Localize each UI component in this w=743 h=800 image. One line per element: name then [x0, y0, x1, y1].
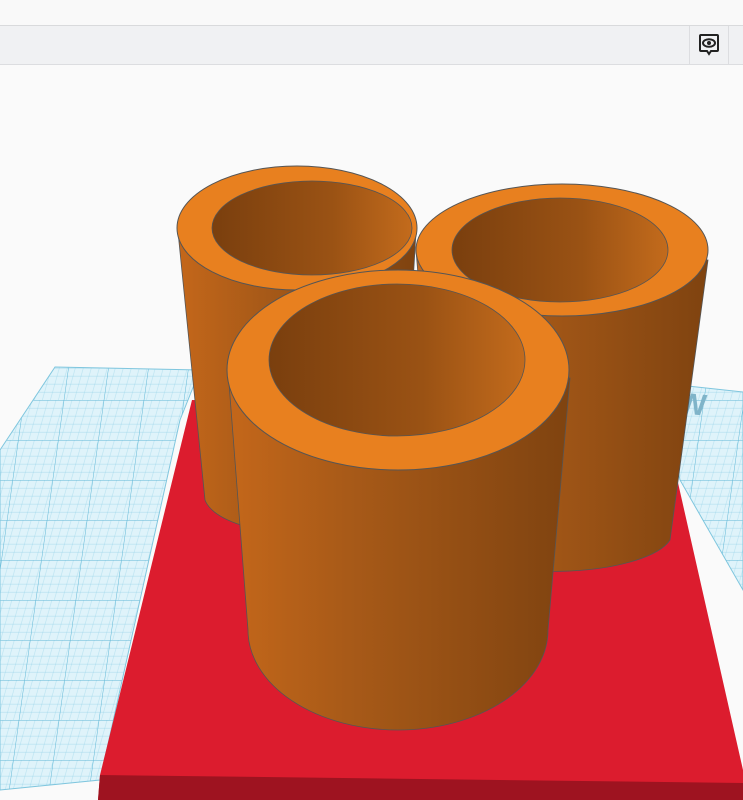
toolbar	[0, 26, 743, 65]
eye-speech-bubble-icon	[699, 34, 719, 56]
notes-visibility-button[interactable]	[689, 26, 728, 64]
cylinder-front[interactable]	[226, 269, 571, 731]
more-button[interactable]	[728, 26, 743, 64]
3d-viewport[interactable]: W	[0, 65, 743, 800]
top-bar	[0, 0, 743, 26]
